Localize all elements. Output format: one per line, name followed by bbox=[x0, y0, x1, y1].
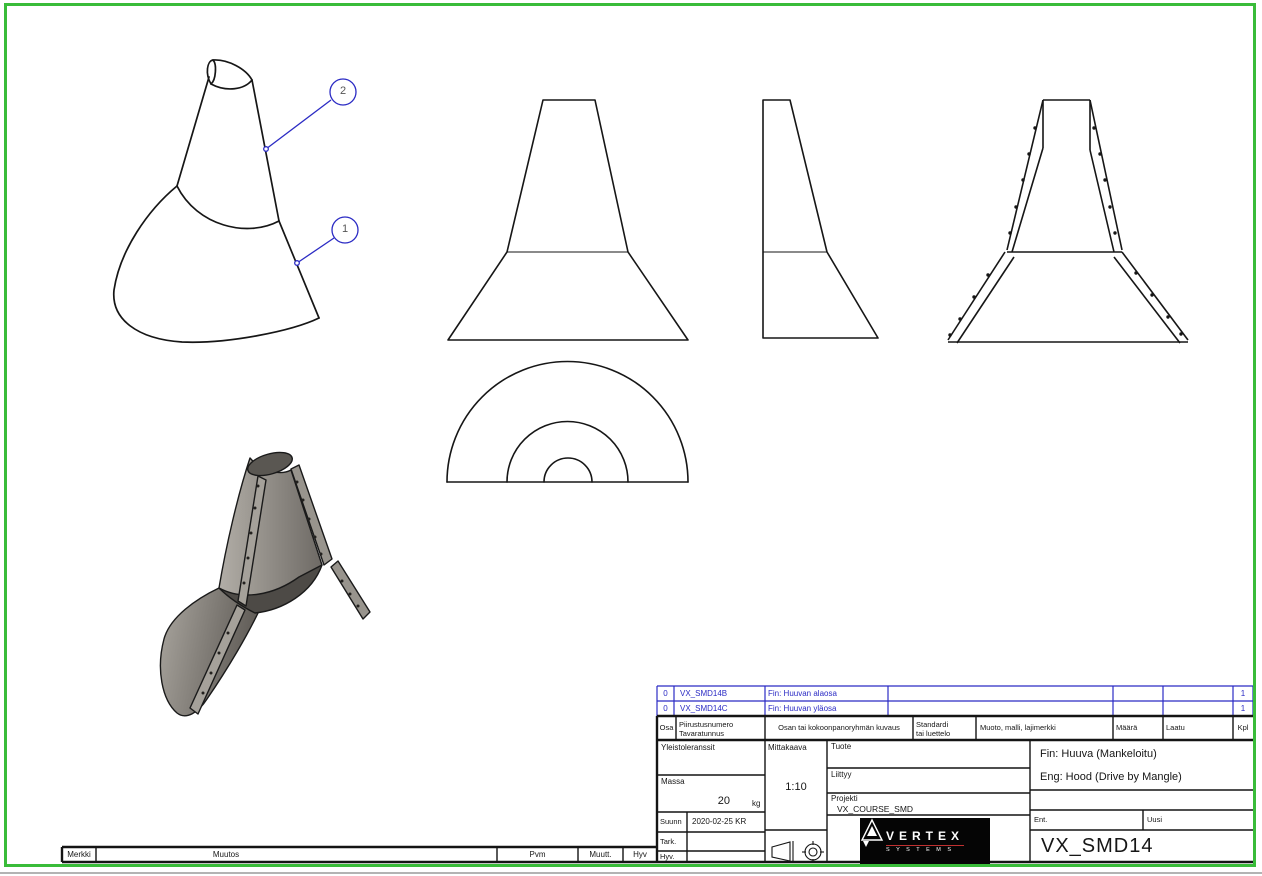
label-projekti: Projekti bbox=[831, 795, 858, 803]
parts-row-2-osa: 0 bbox=[657, 701, 674, 716]
revision-pvm: Pvm bbox=[497, 847, 578, 862]
label-ent: Ent. bbox=[1034, 812, 1047, 828]
vertex-logo-rule bbox=[886, 845, 964, 846]
view-shaded-3d[interactable] bbox=[160, 448, 370, 716]
parts-row-1-number: VX_SMD14B bbox=[680, 686, 727, 701]
label-mittakaava: Mittakaava bbox=[768, 744, 807, 752]
header-muoto: Muoto, malli, lajimerkki bbox=[980, 716, 1056, 740]
label-massa: Massa bbox=[661, 778, 685, 786]
revision-muutt: Muutt. bbox=[578, 847, 623, 862]
header-kuvaus: Osan tai kokoonpanoryhmän kuvaus bbox=[765, 716, 913, 740]
part-name-fin: Fin: Huuva (Mankeloitu) bbox=[1040, 749, 1157, 760]
view-back-flanges[interactable] bbox=[948, 100, 1188, 343]
parts-row-2-number: VX_SMD14C bbox=[680, 701, 728, 716]
drawing-sheet: 2 1 0 VX_SMD14B Fin: Huuvan alaosa 1 0 V… bbox=[0, 0, 1262, 876]
label-liittyy: Liittyy bbox=[831, 771, 851, 779]
label-hyv: Hyv. bbox=[660, 851, 674, 862]
unit-massa: kg bbox=[752, 800, 760, 808]
projection-symbol-icon bbox=[772, 841, 824, 863]
revision-merkki: Merkki bbox=[62, 847, 96, 862]
parts-row-2-description: Fin: Huuvan yläosa bbox=[768, 701, 836, 716]
label-tuote: Tuote bbox=[831, 743, 851, 751]
vertex-logo-icon bbox=[860, 818, 884, 848]
value-suunn: 2020-02-25 KR bbox=[692, 812, 746, 832]
vertex-logo-sub: S Y S T E M S bbox=[886, 847, 954, 853]
revision-hyv: Hyv bbox=[623, 847, 657, 862]
vertex-logo-brand: VERTEX bbox=[886, 829, 964, 843]
drawing-canvas[interactable] bbox=[0, 0, 1262, 876]
revision-muutos: Muutos bbox=[96, 847, 356, 862]
bottom-window-edge bbox=[0, 872, 1262, 874]
label-tark: Tark. bbox=[660, 832, 676, 851]
balloon-1-label[interactable]: 1 bbox=[332, 224, 358, 235]
part-name-eng: Eng: Hood (Drive by Mangle) bbox=[1040, 772, 1182, 783]
view-front[interactable] bbox=[448, 100, 688, 340]
header-laatu: Laatu bbox=[1166, 716, 1185, 740]
label-uusi: Uusi bbox=[1147, 812, 1162, 828]
label-suunn: Suunn bbox=[660, 812, 682, 832]
value-massa: 20 bbox=[695, 796, 730, 807]
label-yleistoleranssit: Yleistoleranssit bbox=[661, 744, 715, 752]
header-kpl: Kpl bbox=[1233, 716, 1253, 740]
parts-row-2-kpl: 1 bbox=[1233, 701, 1253, 716]
parts-row-1-description: Fin: Huuvan alaosa bbox=[768, 686, 837, 701]
header-maara: Määrä bbox=[1116, 716, 1137, 740]
vertex-logo: VERTEX S Y S T E M S bbox=[860, 818, 990, 864]
header-osa: Osa bbox=[657, 716, 676, 740]
view-top[interactable] bbox=[447, 362, 688, 483]
drawing-number: VX_SMD14 bbox=[1041, 836, 1154, 856]
view-side[interactable] bbox=[763, 100, 878, 338]
value-mittakaava: 1:10 bbox=[765, 782, 827, 793]
view-isometric[interactable] bbox=[114, 60, 319, 342]
header-tavaratunnus: Tavaratunnus bbox=[679, 729, 724, 739]
rivet-dots bbox=[948, 126, 1182, 336]
value-projekti: VX_COURSE_SMD bbox=[837, 805, 913, 814]
header-tai-luettelo: tai luettelo bbox=[916, 729, 950, 739]
balloon-2-label[interactable]: 2 bbox=[330, 86, 356, 97]
parts-table-grid bbox=[657, 686, 1253, 716]
parts-row-1-kpl: 1 bbox=[1233, 686, 1253, 701]
parts-row-1-osa: 0 bbox=[657, 686, 674, 701]
